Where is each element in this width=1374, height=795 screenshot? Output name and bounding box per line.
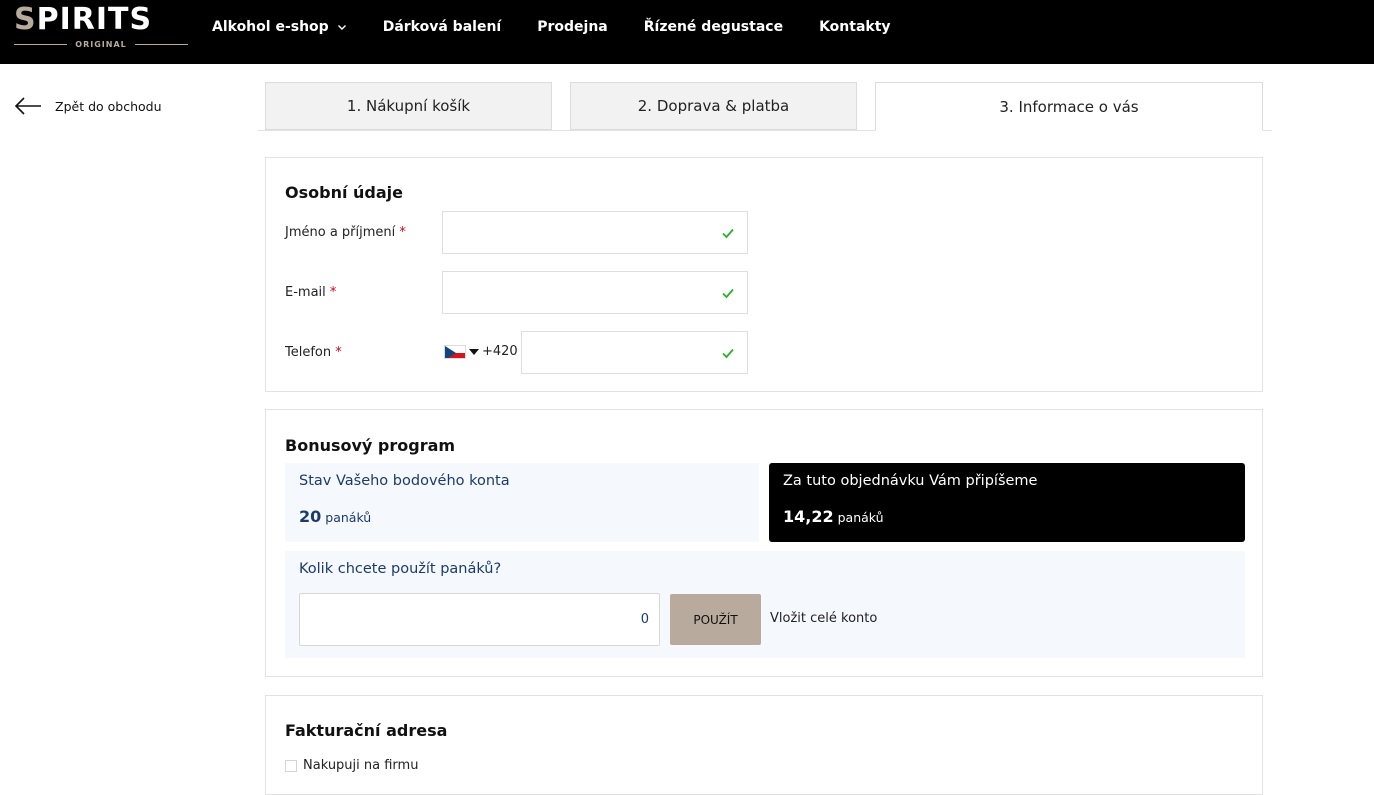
- top-bar: SPIRITS ORIGINAL Alkohol e-shop Dárková …: [0, 0, 1374, 64]
- use-points-box: Kolik chcete použít panáků? 0 POUŽÍT Vlo…: [285, 551, 1245, 658]
- points-amount-input[interactable]: 0: [299, 593, 660, 646]
- logo[interactable]: SPIRITS ORIGINAL: [14, 2, 188, 50]
- earn-value: 14,22 panáků: [783, 507, 884, 526]
- main-nav: Alkohol e-shop Dárková balení Prodejna Ř…: [212, 0, 927, 54]
- back-label: Zpět do obchodu: [55, 98, 162, 114]
- tab-cart[interactable]: 1. Nákupní košík: [265, 82, 552, 130]
- use-all-points-link[interactable]: Vložit celé konto: [770, 611, 877, 626]
- bonus-program-section: Bonusový program Stav Vašeho bodového ko…: [265, 409, 1263, 677]
- nav-item-kontakty[interactable]: Kontakty: [819, 19, 890, 35]
- country-code-selector[interactable]: +420: [444, 344, 518, 359]
- balance-value: 20 panáků: [299, 507, 372, 526]
- email-field[interactable]: [442, 271, 748, 314]
- personal-details-section: Osobní údaje Jméno a příjmení * E-mail *…: [265, 157, 1263, 392]
- chevron-down-icon: [337, 25, 346, 30]
- check-icon: [722, 288, 734, 299]
- checkout-steps: 1. Nákupní košík 2. Doprava & platba 3. …: [258, 82, 1272, 131]
- phone-prefix: +420: [482, 344, 518, 359]
- caret-down-icon: [469, 348, 479, 355]
- earn-label: Za tuto objednávku Vám připíšeme: [783, 473, 1038, 489]
- name-label: Jméno a příjmení *: [285, 225, 406, 240]
- phone-label: Telefon *: [285, 345, 342, 360]
- company-checkbox-label: Nakupuji na firmu: [303, 758, 419, 773]
- email-label: E-mail *: [285, 285, 337, 300]
- nav-item-rizene-degustace[interactable]: Řízené degustace: [644, 19, 783, 35]
- nav-item-alkohol-eshop[interactable]: Alkohol e-shop: [212, 19, 347, 35]
- tab-shipping-payment[interactable]: 2. Doprava & platba: [570, 82, 857, 130]
- section-title: Fakturační adresa: [285, 721, 448, 740]
- tab-customer-info[interactable]: 3. Informace o vás: [875, 82, 1263, 131]
- check-icon: [722, 348, 734, 359]
- section-title: Bonusový program: [285, 436, 456, 455]
- nav-item-prodejna[interactable]: Prodejna: [537, 19, 608, 35]
- arrow-left-icon: [14, 97, 41, 115]
- company-purchase-option[interactable]: Nakupuji na firmu: [285, 758, 418, 773]
- logo-text: SPIRITS: [14, 2, 153, 37]
- points-balance-box: Stav Vašeho bodového konta 20 panáků: [285, 463, 759, 542]
- points-earned-box: Za tuto objednávku Vám připíšeme 14,22 pa…: [769, 463, 1245, 542]
- use-points-question: Kolik chcete použít panáků?: [299, 561, 502, 577]
- apply-points-button[interactable]: POUŽÍT: [670, 594, 761, 645]
- back-to-shop-link[interactable]: Zpět do obchodu: [14, 96, 162, 116]
- check-icon: [722, 228, 734, 239]
- name-field[interactable]: [442, 211, 748, 254]
- balance-label: Stav Vašeho bodového konta: [299, 473, 510, 489]
- billing-address-section: Fakturační adresa Nakupuji na firmu: [265, 695, 1263, 795]
- section-title: Osobní údaje: [285, 183, 403, 202]
- czech-flag-icon: [444, 344, 466, 359]
- phone-field[interactable]: [521, 331, 748, 374]
- logo-subtitle: ORIGINAL: [14, 38, 188, 50]
- company-checkbox[interactable]: [285, 759, 297, 772]
- nav-item-darkova-baleni[interactable]: Dárková balení: [383, 19, 502, 35]
